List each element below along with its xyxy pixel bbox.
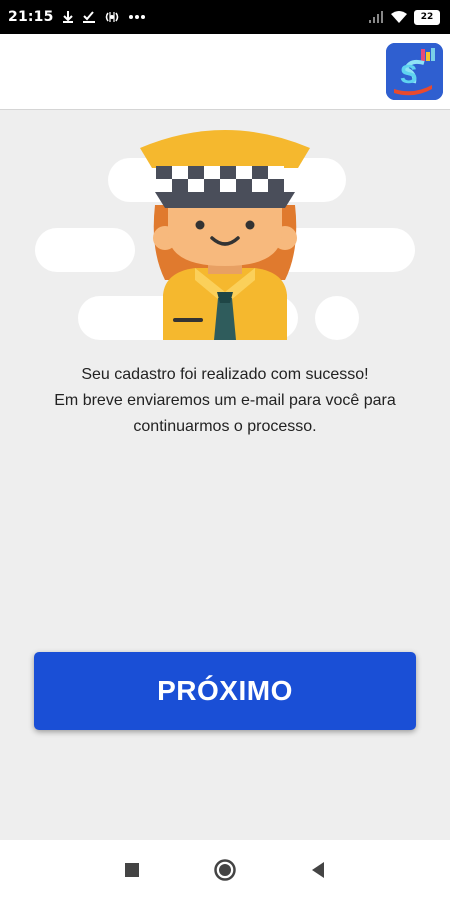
recent-apps-icon[interactable] xyxy=(120,858,144,882)
wifi-icon xyxy=(391,11,407,23)
message-line-2: Em breve enviaremos um e-mail para você … xyxy=(54,392,396,409)
check-download-icon xyxy=(82,11,95,23)
app-bar: S xyxy=(0,34,450,110)
status-time: 21:15 xyxy=(8,9,54,25)
app-logo-letter: S xyxy=(400,59,417,89)
hero-illustration xyxy=(0,120,450,345)
more-dots-icon xyxy=(128,15,145,19)
signal-icon xyxy=(369,10,383,23)
navigation-bar xyxy=(0,840,450,900)
download-icon xyxy=(62,11,73,23)
next-button[interactable]: PRÓXIMO xyxy=(34,652,416,730)
back-icon[interactable] xyxy=(306,858,330,882)
success-message: Seu cadastro foi realizado com sucesso! … xyxy=(0,362,450,440)
message-line-3: continuarmos o processo. xyxy=(133,418,317,435)
broadcast-icon xyxy=(105,12,118,22)
app-logo: S xyxy=(386,43,443,100)
taxi-driver-icon xyxy=(140,130,310,340)
status-bar: 21:15 22 xyxy=(0,0,450,34)
message-line-1: Seu cadastro foi realizado com sucesso! xyxy=(81,366,369,383)
battery-icon: 22 xyxy=(414,9,440,25)
home-icon[interactable] xyxy=(213,858,237,882)
